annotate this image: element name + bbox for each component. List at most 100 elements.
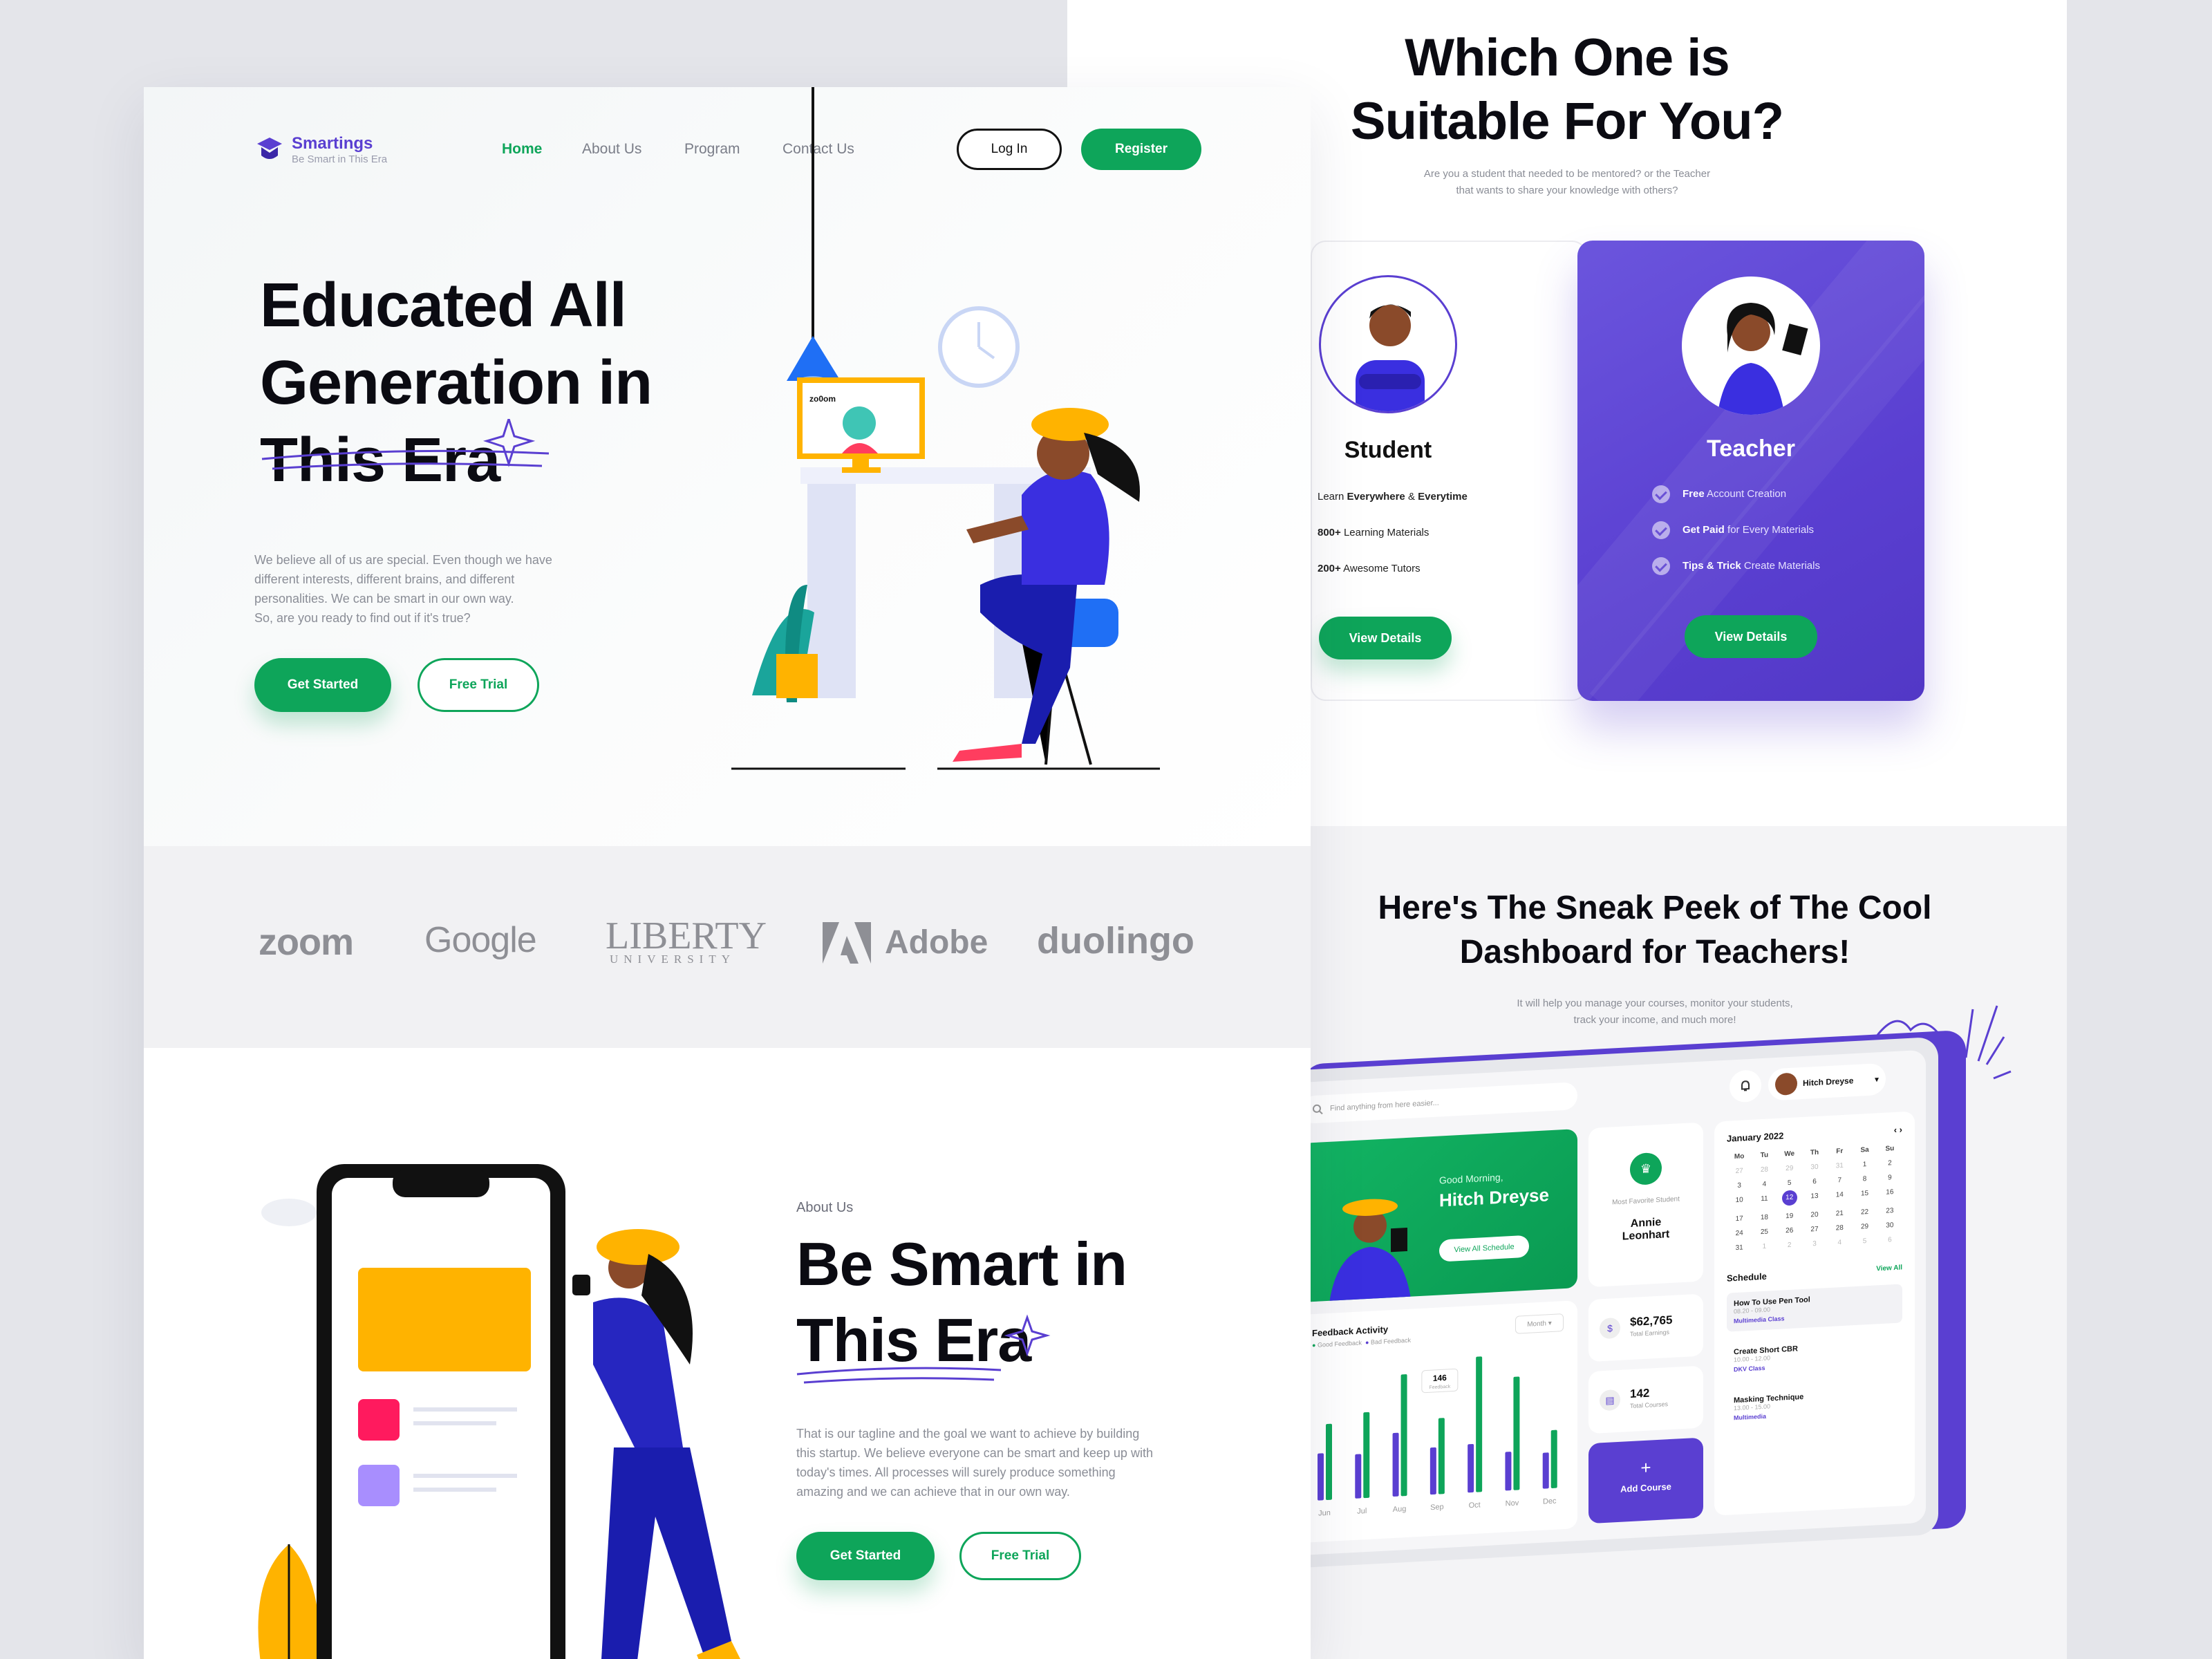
month-label: Sep [1430,1503,1444,1512]
calendar-day[interactable]: 15 [1852,1189,1877,1202]
greeting-card: Good Morning, Hitch Dreyse View All Sche… [1301,1129,1577,1303]
notification-button[interactable] [1730,1069,1761,1103]
schedule-item[interactable]: Create Short CBR 10.00 - 12.00 DKV Class [1727,1332,1902,1380]
calendar-day[interactable]: 1 [1752,1242,1777,1251]
add-course-label: Add Course [1620,1481,1671,1494]
calendar-day[interactable]: 27 [1727,1167,1752,1176]
plus-icon: + [1640,1456,1651,1479]
greeting-name: Hitch Dreyse [1439,1184,1549,1211]
calendar-weekday: We [1784,1150,1795,1159]
calendar-day[interactable]: 30 [1802,1163,1827,1172]
hero-get-started-button[interactable]: Get Started [254,658,391,712]
calendar-day[interactable]: 2 [1877,1159,1902,1168]
calendar-day[interactable]: 1 [1852,1160,1877,1169]
calendar-day[interactable]: 31 [1827,1161,1852,1170]
calendar-day[interactable]: 5 [1852,1237,1877,1246]
nav-home[interactable]: Home [502,141,542,158]
calendar-day[interactable]: 31 [1727,1244,1752,1253]
calendar-day[interactable]: 10 [1727,1196,1752,1209]
nav-about-us[interactable]: About Us [582,141,641,158]
feedback-chart: Jun Jul Aug Sep Oct Nov Dec 146Feedback [1318,1356,1557,1518]
calendar-day[interactable]: 16 [1877,1188,1902,1201]
earnings-card: $ $62,765 Total Earnings [1588,1293,1703,1362]
calendar-day[interactable]: 25 [1752,1228,1777,1237]
calendar-day[interactable]: 22 [1852,1208,1877,1217]
schedule-view-all-link[interactable]: View All [1876,1264,1902,1275]
search-icon [1313,1104,1323,1115]
calendar-day[interactable]: 23 [1877,1206,1902,1215]
money-bag-icon: $ [1600,1317,1620,1340]
choose-title-line: Which One is [1405,28,1730,87]
calendar-day[interactable]: 28 [1827,1224,1852,1232]
teacher-title: Teacher [1707,435,1795,462]
calendar-day[interactable]: 4 [1827,1238,1852,1247]
chevron-down-icon: ▾ [1874,1074,1879,1085]
calendar-weekday: Sa [1860,1145,1869,1154]
calendar-day[interactable]: 2 [1777,1241,1802,1250]
about-description-line: amazing and we can achieve that in our o… [796,1485,1070,1499]
underline-scribble [261,419,550,470]
calendar-day[interactable]: 21 [1827,1209,1852,1218]
bar-bad-feedback [1355,1454,1362,1499]
schedule-item[interactable]: How To Use Pen Tool 08.20 - 09.00 Multimed… [1727,1284,1902,1332]
about-description-line: this startup. We believe everyone can be… [796,1446,1153,1460]
teacher-feature-2: Get Paid for Every Materials [1652,521,1814,539]
schedule-title: Schedule [1727,1271,1767,1284]
calendar-day[interactable]: 3 [1727,1181,1752,1190]
month-label: Oct [1469,1501,1481,1510]
calendar-day[interactable]: 20 [1802,1210,1827,1219]
about-free-trial-button[interactable]: Free Trial [959,1532,1081,1580]
calendar-day[interactable]: 12 [1781,1190,1797,1206]
calendar-day[interactable]: 11 [1752,1194,1777,1208]
calendar-day[interactable]: 14 [1827,1190,1852,1203]
calendar-day[interactable]: 6 [1802,1177,1827,1186]
calendar-day[interactable]: 30 [1877,1221,1902,1230]
brand[interactable]: Smartings Be Smart in This Era [256,134,387,165]
teacher-avatar [1682,276,1820,415]
favorite-label: Most Favorite Student [1612,1195,1680,1207]
calendar-day[interactable]: 27 [1802,1225,1827,1234]
calendar-header: January 2022 ‹ › [1727,1124,1902,1143]
calendar-day[interactable]: 18 [1752,1213,1777,1222]
calendar-day[interactable]: 7 [1827,1176,1852,1185]
calendar-day[interactable]: 4 [1752,1180,1777,1189]
about-get-started-button[interactable]: Get Started [796,1532,935,1580]
calendar-panel: January 2022 ‹ › Mo Tu We Th Fr Sa Su 27 28 29 30 3… [1714,1111,1915,1516]
hero-free-trial-button[interactable]: Free Trial [418,658,539,712]
courses-value: 142 [1630,1386,1650,1401]
calendar-day[interactable]: 3 [1802,1239,1827,1248]
calendar-nav-icon[interactable]: ‹ › [1894,1124,1902,1135]
teacher-view-details-button[interactable]: View Details [1685,615,1817,658]
legend-bad: Bad Feedback [1370,1336,1412,1346]
calendar-day[interactable]: 13 [1802,1192,1827,1205]
add-course-button[interactable]: + Add Course [1588,1437,1703,1524]
calendar-day[interactable]: 17 [1727,1215,1752,1224]
hero-description-line: We believe all of us are special. Even t… [254,553,552,567]
greeting-text: Good Morning, [1439,1171,1503,1186]
calendar-day[interactable]: 8 [1852,1174,1877,1183]
feedback-filter-select[interactable]: Month ▾ [1515,1313,1564,1334]
calendar-day[interactable]: 6 [1877,1235,1902,1244]
user-menu[interactable]: Hitch Dreyse ▾ [1768,1062,1886,1101]
calendar-day[interactable]: 29 [1852,1222,1877,1231]
chart-tooltip: 146Feedback [1421,1368,1459,1394]
calendar-day[interactable]: 26 [1777,1226,1802,1235]
calendar-day[interactable]: 19 [1777,1212,1802,1221]
calendar-day[interactable]: 9 [1877,1173,1902,1182]
favorite-student-card: ♛ Most Favorite Student Annie Leonhart [1588,1122,1703,1288]
bar-good-feedback [1400,1374,1407,1497]
hero-description-line: So, are you ready to find out if it's tr… [254,611,471,625]
calendar-weekday: Th [1810,1148,1819,1157]
calendar-weekday: Tu [1760,1151,1769,1160]
calendar-day[interactable]: 5 [1777,1179,1802,1188]
calendar-day[interactable]: 24 [1727,1229,1752,1238]
peek-title-line: Dashboard for Teachers! [1459,934,1850,971]
schedule-item[interactable]: Masking Technique 13.00 - 15.00 Multimedia [1727,1380,1902,1428]
teacher-illustration [1329,1199,1412,1303]
calendar-day[interactable]: 29 [1777,1164,1802,1173]
calendar-day[interactable]: 28 [1752,1165,1777,1174]
dashboard-search[interactable]: Find anything from here easier... [1301,1082,1577,1125]
bar-bad-feedback [1318,1453,1324,1501]
view-schedule-button[interactable]: View All Schedule [1439,1235,1529,1262]
about-description-line: That is our tagline and the goal we want… [796,1427,1140,1441]
